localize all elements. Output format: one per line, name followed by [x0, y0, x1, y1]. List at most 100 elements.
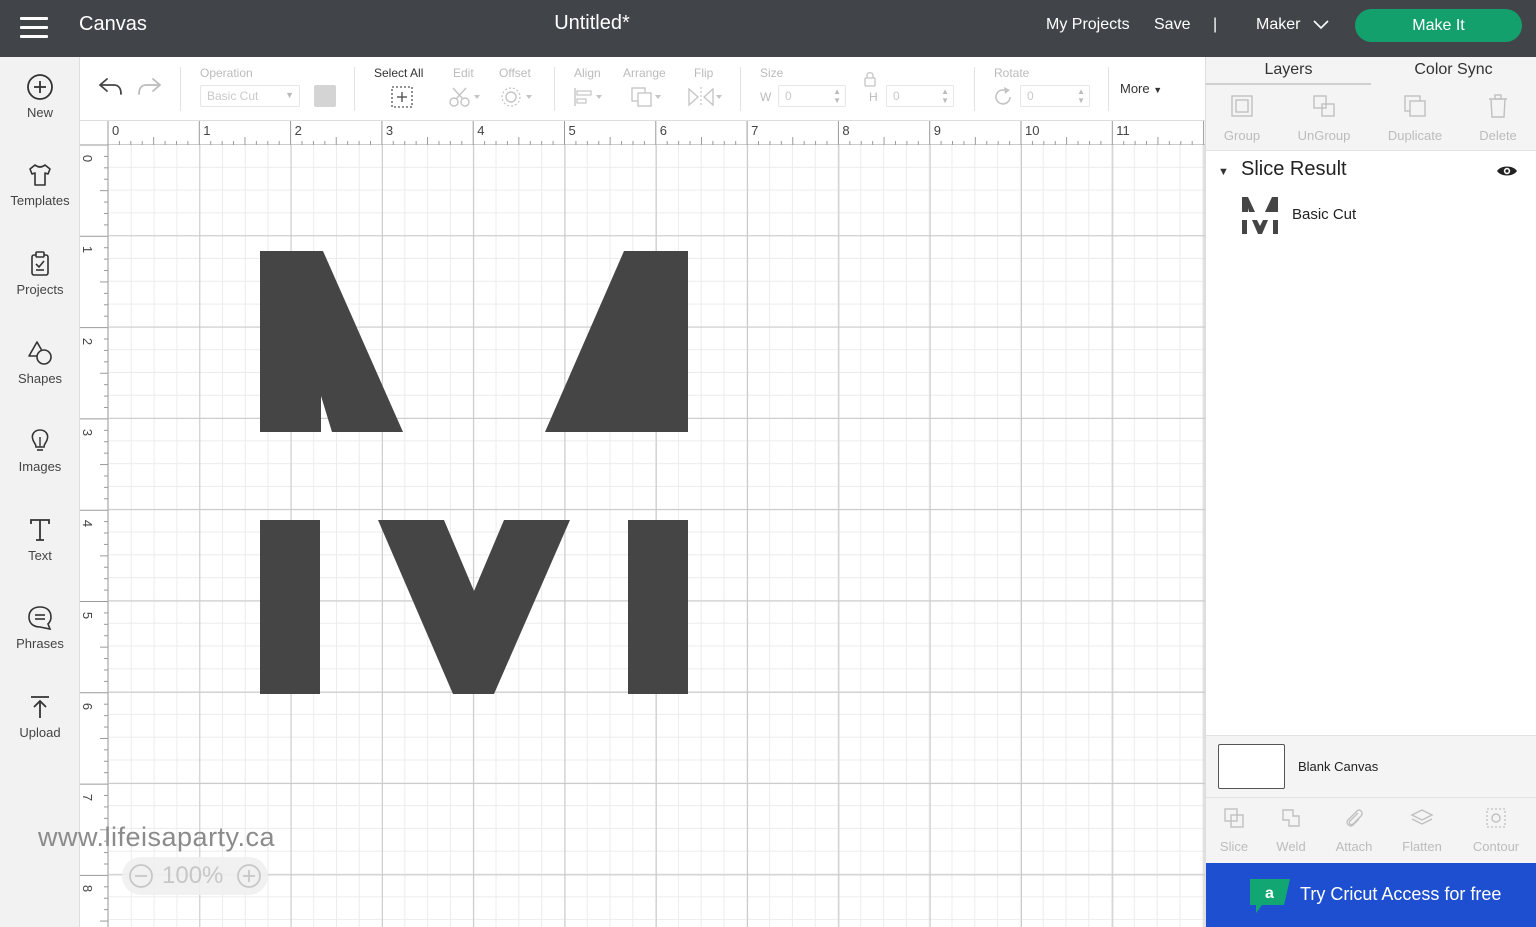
undo-icon[interactable] — [96, 75, 124, 99]
ruler-number: 2 — [80, 337, 96, 345]
more-label: More — [1120, 81, 1150, 96]
paperclip-icon — [1346, 809, 1363, 827]
group-icon — [1231, 95, 1253, 117]
ruler-number: 0 — [80, 154, 96, 163]
sidebar-item-text[interactable]: Text — [0, 516, 80, 596]
machine-selector[interactable]: Maker — [1256, 16, 1300, 34]
edit-label: Edit — [453, 66, 474, 80]
more-button[interactable]: More ▼ — [1120, 81, 1162, 96]
layer-group-title[interactable]: Slice Result — [1241, 158, 1347, 181]
sidebar-item-images[interactable]: Images — [0, 427, 80, 507]
align-icon[interactable] — [572, 85, 606, 109]
ruler-number: 0 — [112, 123, 120, 138]
sidebar-item-upload[interactable]: Upload — [0, 693, 80, 773]
flatten-button[interactable]: Flatten — [1387, 806, 1457, 854]
letter-m-bottom-left[interactable] — [260, 520, 320, 694]
sidebar-item-new[interactable]: New — [0, 73, 80, 153]
letter-m-top-right[interactable] — [545, 251, 688, 432]
width-value: 0 — [785, 89, 792, 103]
rotate-value: 0 — [1027, 89, 1034, 103]
my-projects-link[interactable]: My Projects — [1046, 16, 1130, 34]
sidebar-label: Projects — [16, 282, 64, 297]
group-button[interactable]: Group — [1207, 93, 1277, 143]
speech-bubble-icon — [28, 606, 52, 631]
zoom-out-icon[interactable] — [128, 863, 154, 889]
delete-label: Delete — [1479, 128, 1517, 143]
tab-layers[interactable]: Layers — [1206, 57, 1371, 85]
letter-m-bottom-right[interactable] — [628, 520, 688, 694]
cricut-access-banner[interactable]: a Try Cricut Access for free — [1206, 863, 1536, 927]
delete-button[interactable]: Delete — [1463, 93, 1533, 143]
lock-icon[interactable] — [862, 71, 878, 87]
stepper-arrows-icon: ▲ ▼ — [1077, 87, 1085, 105]
top-ruler: 0 1 2 3 4 5 6 7 8 9 10 11 — [80, 121, 1205, 145]
ungroup-button[interactable]: UnGroup — [1289, 93, 1359, 143]
duplicate-button[interactable]: Duplicate — [1380, 93, 1450, 143]
left-ruler-ticks — [80, 145, 108, 922]
arrange-label: Arrange — [623, 66, 666, 80]
layer-thumbnail — [1242, 197, 1278, 234]
blank-canvas-row[interactable]: Blank Canvas — [1206, 735, 1536, 797]
chevron-down-icon[interactable] — [1313, 20, 1329, 30]
zoom-in-icon[interactable] — [236, 863, 262, 889]
ruler-number: 1 — [203, 123, 211, 138]
arrange-icon[interactable] — [630, 85, 664, 109]
ungroup-icon — [1313, 95, 1335, 117]
left-sidebar: New Templates Projects Shapes Images Tex… — [0, 57, 80, 927]
group-label: Group — [1223, 128, 1261, 143]
offset-icon[interactable] — [500, 85, 534, 109]
cricut-access-logo-icon: a — [1250, 879, 1290, 913]
sidebar-item-shapes[interactable]: Shapes — [0, 339, 80, 419]
flip-icon[interactable] — [686, 85, 724, 109]
sidebar-item-phrases[interactable]: Phrases — [0, 604, 80, 684]
edit-scissors-icon[interactable] — [448, 85, 482, 109]
hamburger-menu-icon[interactable] — [18, 14, 50, 42]
document-title[interactable]: Untitled* — [492, 12, 692, 35]
rotate-input[interactable]: 0 ▲ ▼ — [1020, 85, 1090, 107]
shirt-icon — [29, 164, 51, 186]
design-canvas[interactable] — [108, 145, 1205, 927]
sidebar-label: Upload — [19, 725, 61, 740]
attach-label: Attach — [1335, 839, 1373, 854]
topbar-divider: | — [1213, 16, 1218, 33]
sidebar-item-templates[interactable]: Templates — [0, 161, 80, 241]
sidebar-item-projects[interactable]: Projects — [0, 250, 80, 330]
slice-result-shapes[interactable] — [108, 145, 1205, 927]
ruler-number: 3 — [80, 428, 96, 437]
top-bar: Canvas Untitled* My Projects Save | Make… — [0, 0, 1536, 57]
ruler-number: 7 — [751, 123, 759, 138]
letter-m-top-left[interactable] — [260, 251, 403, 432]
tab-color-sync[interactable]: Color Sync — [1371, 57, 1536, 85]
color-swatch[interactable] — [314, 85, 336, 107]
sidebar-label: Templates — [10, 193, 70, 208]
sidebar-label: Text — [28, 548, 52, 563]
letter-m-bottom-middle[interactable] — [378, 520, 570, 694]
operation-select[interactable]: Basic Cut ▼ — [200, 85, 300, 107]
collapse-caret-icon[interactable]: ▼ — [1218, 166, 1229, 178]
height-label: H — [869, 90, 878, 104]
redo-icon[interactable] — [136, 75, 164, 99]
blank-canvas-swatch[interactable] — [1218, 744, 1285, 789]
make-it-button[interactable]: Make It — [1355, 9, 1522, 42]
rotate-icon[interactable] — [992, 86, 1014, 108]
ruler-number: 3 — [385, 123, 394, 138]
eye-icon[interactable] — [1496, 163, 1518, 179]
trash-icon — [1489, 94, 1507, 118]
ruler-number: 10 — [1025, 123, 1040, 138]
ruler-number: 6 — [659, 123, 668, 138]
duplicate-label: Duplicate — [1387, 128, 1443, 143]
layer-name[interactable]: Basic Cut — [1292, 206, 1356, 223]
select-all-icon[interactable] — [390, 85, 414, 109]
save-button[interactable]: Save — [1154, 16, 1190, 34]
width-input[interactable]: 0 ▲ ▼ — [778, 85, 846, 107]
blank-canvas-label: Blank Canvas — [1298, 759, 1379, 774]
ruler-number: 2 — [294, 123, 302, 138]
weld-button[interactable]: Weld — [1256, 806, 1326, 854]
upload-icon — [31, 696, 49, 718]
contour-button[interactable]: Contour — [1461, 806, 1531, 854]
dropdown-arrow-icon: ▼ — [1153, 85, 1163, 95]
attach-button[interactable]: Attach — [1319, 806, 1389, 854]
size-label: Size — [760, 66, 784, 80]
height-input[interactable]: 0 ▲ ▼ — [886, 85, 954, 107]
clipboard-icon — [31, 251, 49, 276]
